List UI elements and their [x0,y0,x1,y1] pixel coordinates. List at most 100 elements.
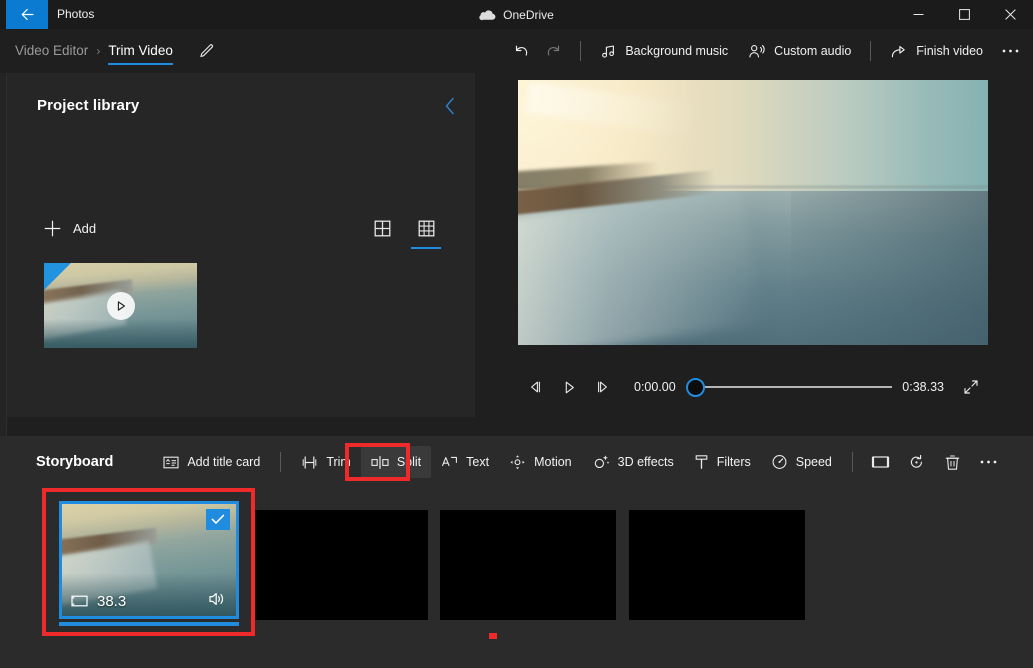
scrubber-handle[interactable] [686,378,705,397]
title-bar: Photos OneDrive [0,0,1033,29]
breadcrumb-trim-video[interactable]: Trim Video [101,29,180,73]
red-marker [489,633,497,639]
clip-1-selection-bar [59,622,239,626]
command-divider-1 [580,41,581,61]
undo-icon [511,42,530,61]
delete-button[interactable] [935,446,971,478]
command-bar: Video Editor › Trim Video [0,29,1033,73]
grid-large-icon [374,220,391,237]
current-time-label: 0:00.00 [634,380,676,394]
clip-volume-button[interactable] [208,591,227,612]
add-media-label: Add [73,221,96,236]
duration-label: 0:38.33 [902,380,944,394]
clip-footer: 38.3 [62,586,236,616]
filters-button[interactable]: Filters [684,446,761,478]
aspect-ratio-button[interactable] [863,446,899,478]
background-music-button[interactable]: Background music [590,35,738,67]
back-button[interactable] [6,0,48,29]
storyboard-panel: Storyboard Add title card [0,436,1033,668]
thumbnail-play-overlay[interactable] [107,292,135,320]
motion-button[interactable]: Motion [499,446,582,478]
split-label: Split [397,455,421,469]
aspect-ratio-icon [871,454,890,470]
collapse-library-button[interactable] [435,91,465,121]
music-note-icon [600,43,617,60]
text-label: Text [466,455,489,469]
scrubber-track [696,386,893,388]
speed-gauge-icon [771,454,788,470]
more-options-button[interactable] [993,35,1027,67]
close-icon [1005,9,1016,20]
add-media-button[interactable]: Add [43,213,104,243]
play-button[interactable] [552,372,586,402]
split-button[interactable]: Split [361,446,431,478]
add-title-card-label: Add title card [187,455,260,469]
3d-effects-label: 3D effects [618,455,674,469]
undo-button[interactable] [503,35,537,67]
sparkle-3d-icon [592,454,610,470]
fullscreen-icon [963,379,979,395]
rotate-icon [908,454,925,470]
video-corner-badge-icon [44,263,71,290]
clip-duration-label: 38.3 [97,593,126,610]
grid-small-icon [418,220,435,237]
storyboard-divider-2 [852,452,853,472]
next-frame-button[interactable] [586,372,620,402]
film-strip-icon [71,594,88,608]
scrubber[interactable] [686,372,893,402]
filter-icon [694,454,709,470]
maximize-button[interactable] [941,0,987,29]
thumbnail-deep-water [44,319,197,348]
storyboard-clip-4[interactable] [629,510,805,620]
rotate-button[interactable] [899,446,935,478]
title-card-icon [163,455,179,470]
trim-button[interactable]: Trim [291,446,361,478]
custom-audio-button[interactable]: Custom audio [738,35,861,67]
library-item-beach-video[interactable] [44,263,197,348]
add-title-card-button[interactable]: Add title card [153,446,270,478]
clip-select-checkbox[interactable] [206,509,230,530]
video-preview[interactable] [518,80,988,345]
storyboard-track: 38.3 [0,501,1033,651]
preview-deep-water-shadow [791,191,988,345]
delete-icon [945,454,960,471]
storyboard-tools: Add title card Trim [153,446,1007,478]
minimize-icon [913,9,924,20]
storyboard-toolbar: Storyboard Add title card [0,436,1033,488]
next-frame-icon [595,380,611,394]
storyboard-clip-2[interactable] [252,510,428,620]
onedrive-status: OneDrive [0,0,1033,29]
finish-video-label: Finish video [916,44,983,58]
plus-icon [43,219,62,238]
library-view-large-button[interactable] [369,213,395,243]
trim-label: Trim [326,455,351,469]
storyboard-title: Storyboard [36,454,113,470]
previous-frame-icon [527,380,543,394]
text-icon [441,455,458,470]
command-bar-actions: Background music Custom audio Finish vid… [503,29,1027,73]
speed-button[interactable]: Speed [761,446,842,478]
library-view-small-button[interactable] [413,213,439,243]
storyboard-clip-1[interactable]: 38.3 [59,501,239,619]
person-audio-icon [748,43,766,60]
command-divider-2 [870,41,871,61]
previous-frame-button[interactable] [518,372,552,402]
fullscreen-button[interactable] [954,372,988,402]
storyboard-more-options-button[interactable] [971,446,1007,478]
maximize-icon [959,9,970,20]
rename-project-button[interactable] [194,38,220,64]
close-button[interactable] [987,0,1033,29]
minimize-button[interactable] [895,0,941,29]
motion-icon [509,454,526,470]
breadcrumb-video-editor[interactable]: Video Editor [8,29,95,73]
3d-effects-button[interactable]: 3D effects [582,446,684,478]
background-music-label: Background music [625,44,728,58]
redo-button[interactable] [537,35,571,67]
text-button[interactable]: Text [431,446,499,478]
finish-video-button[interactable]: Finish video [880,35,993,67]
project-library-panel: Project library Add [7,73,475,417]
play-icon [115,300,127,312]
storyboard-clip-3[interactable] [440,510,616,620]
chevron-left-icon [443,96,458,116]
back-arrow-icon [19,6,36,23]
